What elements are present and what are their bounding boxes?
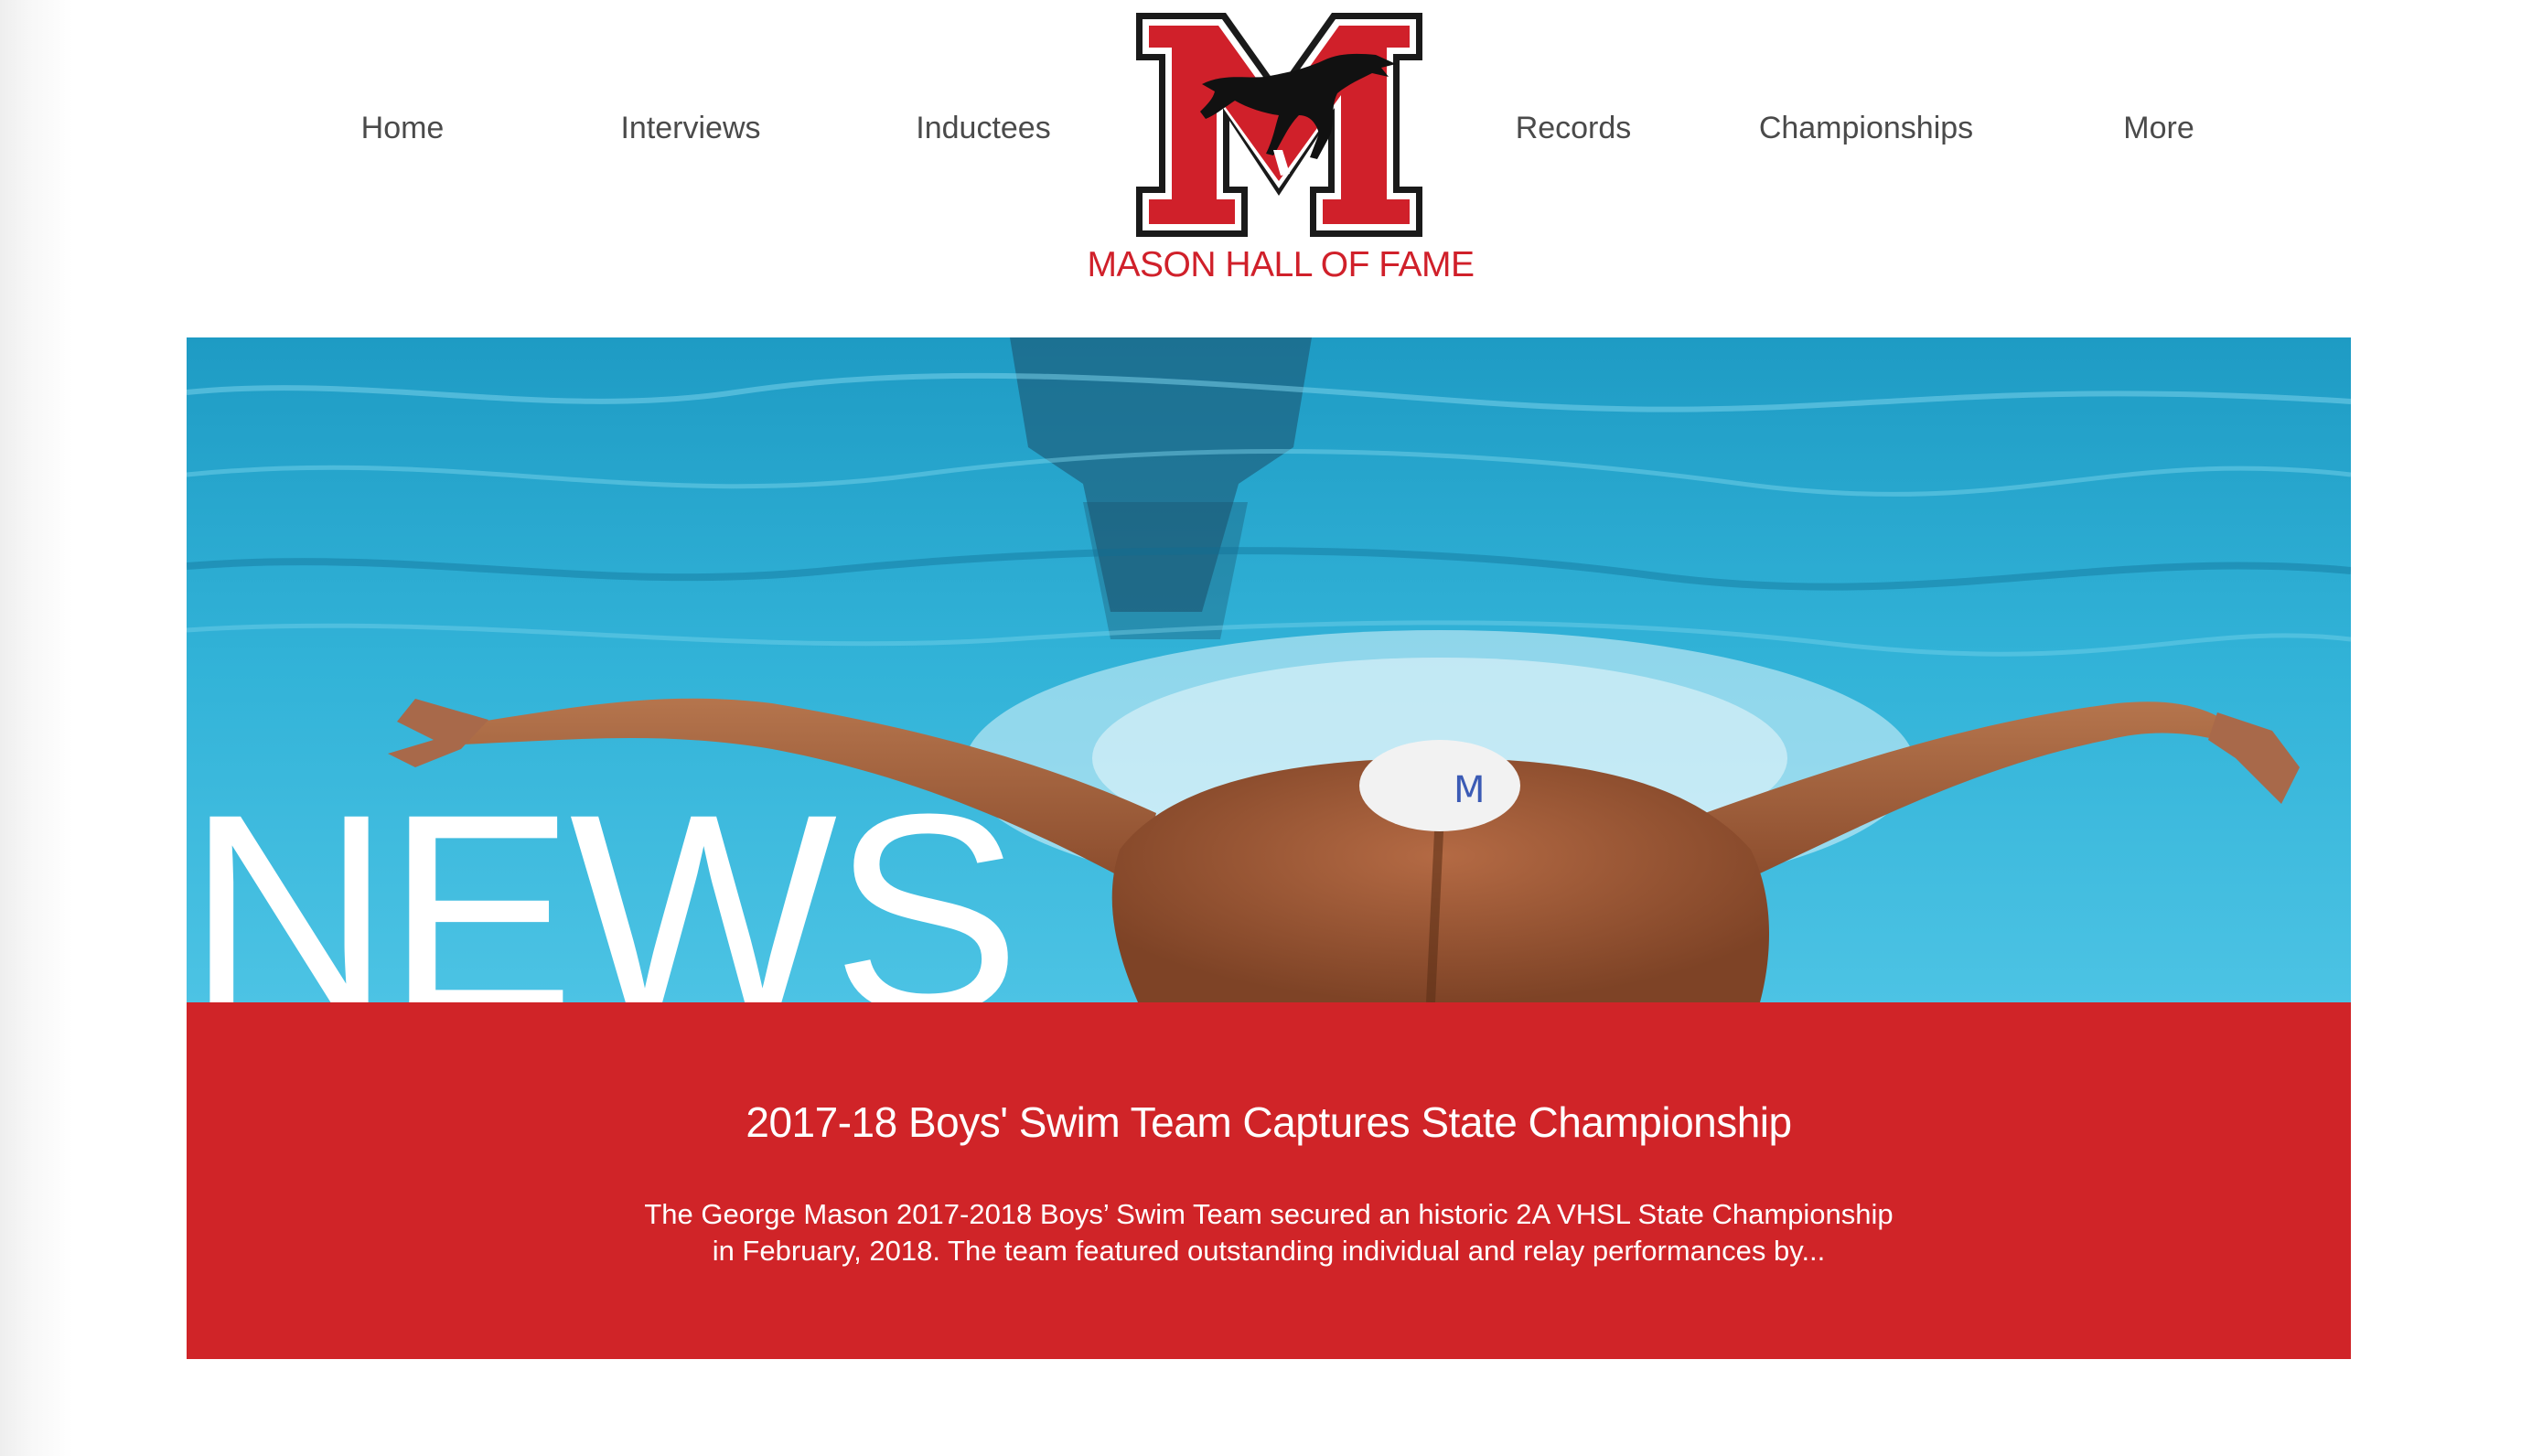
news-title[interactable]: 2017-18 Boys' Swim Team Captures State C… xyxy=(187,1097,2351,1147)
news-card[interactable]: 2017-18 Boys' Swim Team Captures State C… xyxy=(187,1002,2351,1359)
hero-news-word: NEWS xyxy=(187,755,1021,1003)
nav-inductees[interactable]: Inductees xyxy=(878,105,1089,151)
nav-more[interactable]: More xyxy=(2067,105,2250,151)
svg-text:M: M xyxy=(1454,769,1486,811)
news-excerpt-line-2: in February, 2018. The team featured out… xyxy=(712,1235,1826,1267)
news-excerpt-line-1: The George Mason 2017-2018 Boys’ Swim Te… xyxy=(644,1198,1894,1230)
mason-m-logo[interactable] xyxy=(1136,13,1422,237)
site-title[interactable]: MASON HALL OF FAME xyxy=(1052,245,1509,289)
nav-records[interactable]: Records xyxy=(1464,105,1683,151)
page-edge-shadow xyxy=(0,0,73,1456)
nav-championships[interactable]: Championships xyxy=(1729,105,2003,151)
hero-banner[interactable]: M NEWS xyxy=(187,337,2351,1002)
nav-home[interactable]: Home xyxy=(311,105,494,151)
news-excerpt: The George Mason 2017-2018 Boys’ Swim Te… xyxy=(617,1196,1921,1269)
nav-interviews[interactable]: Interviews xyxy=(576,105,805,151)
